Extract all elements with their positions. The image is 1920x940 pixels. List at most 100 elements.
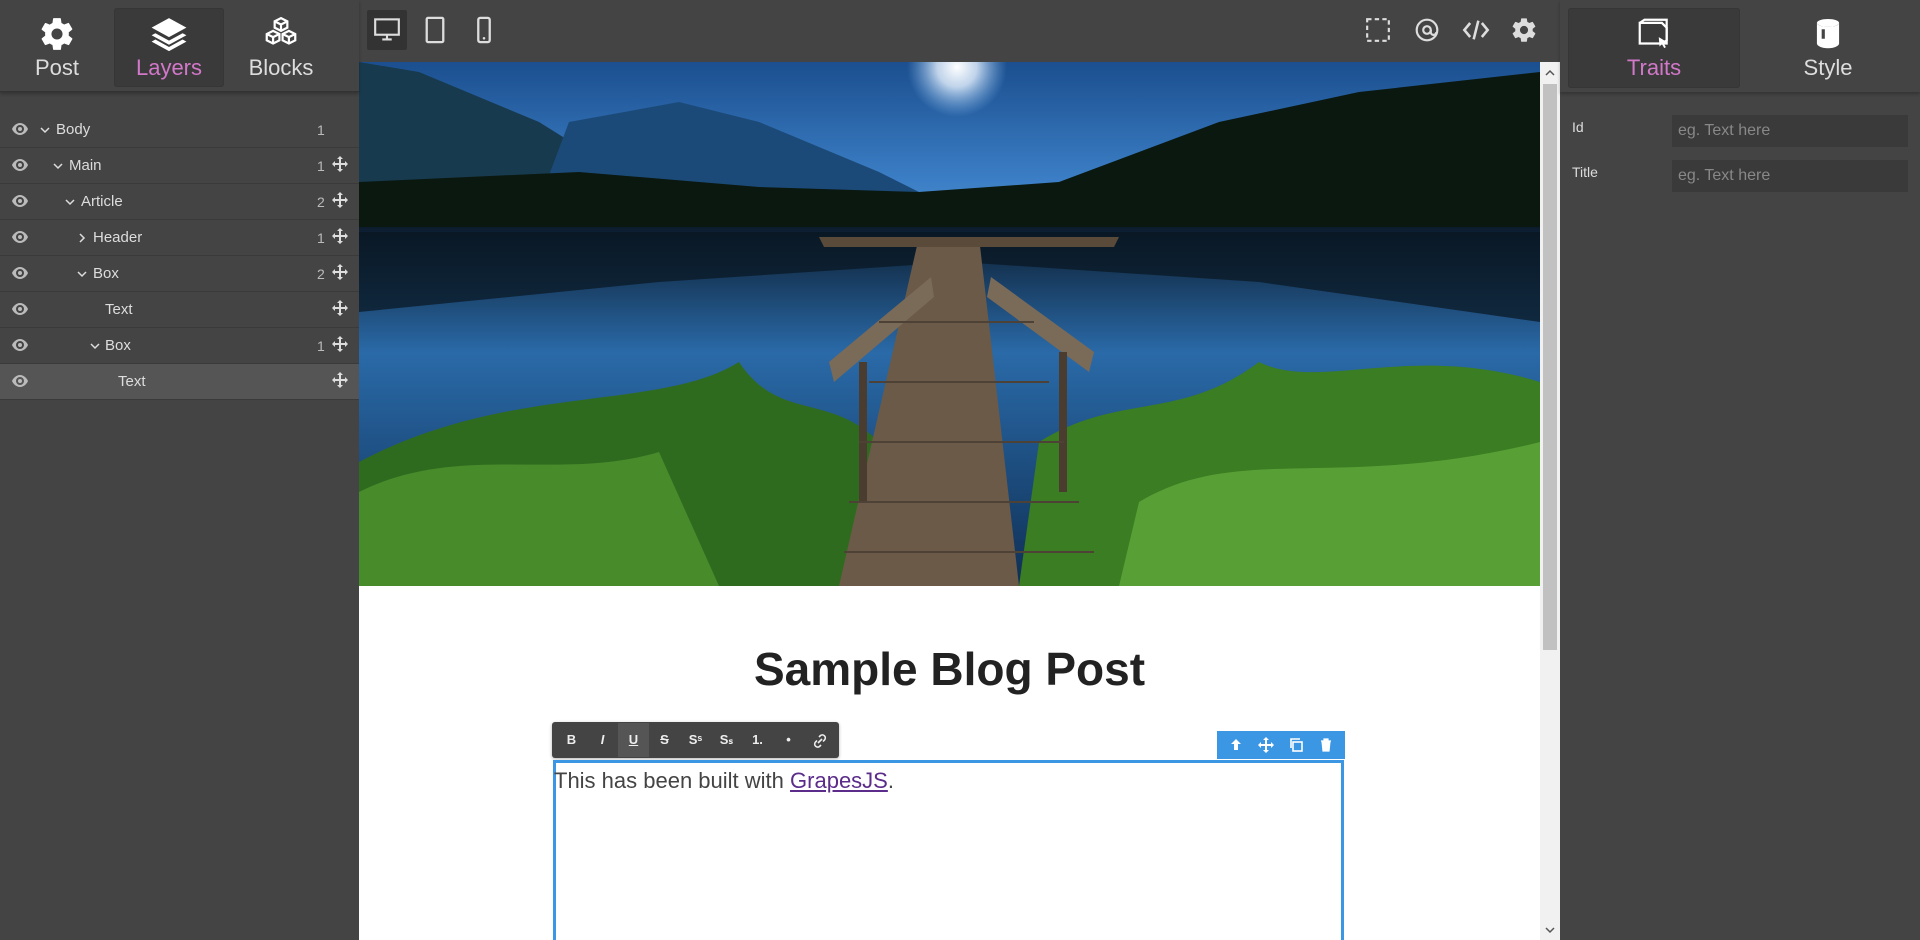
device-desktop-button[interactable] xyxy=(367,10,407,50)
chevron-right-icon[interactable] xyxy=(77,233,87,243)
layer-name: Box xyxy=(105,337,131,354)
layer-name: Article xyxy=(81,193,123,210)
layer-name: Text xyxy=(105,301,133,318)
layer-name: Header xyxy=(93,229,143,246)
tab-style[interactable]: Style xyxy=(1742,8,1914,88)
eye-icon[interactable] xyxy=(12,195,28,207)
editor-app: Post Layers Blocks Body 1 Main 1 Article… xyxy=(0,0,1920,940)
right-tab-bar: Traits Style xyxy=(1560,0,1920,92)
desktop-icon xyxy=(374,18,400,41)
cubes-icon xyxy=(265,16,297,45)
component-toolbar xyxy=(1217,731,1345,759)
layer-text-selected[interactable]: Text xyxy=(0,364,359,400)
chevron-down-icon[interactable] xyxy=(90,341,100,351)
unordered-list-button[interactable]: • xyxy=(773,723,804,757)
export-code-button[interactable] xyxy=(1458,12,1494,48)
move-icon[interactable] xyxy=(332,264,348,280)
link-icon xyxy=(813,733,826,748)
scroll-up-icon[interactable] xyxy=(1544,67,1556,79)
tab-post-label: Post xyxy=(34,54,80,80)
layer-main[interactable]: Main 1 xyxy=(0,148,359,184)
editor-canvas[interactable]: Sample Blog Post B I U S Sˢ Sₛ 1. • This… xyxy=(359,62,1540,940)
layer-header[interactable]: Header 1 xyxy=(0,220,359,256)
strikethrough-button[interactable]: S xyxy=(649,723,680,757)
eye-icon[interactable] xyxy=(12,303,28,315)
layer-count: 2 xyxy=(317,194,325,210)
eye-icon[interactable] xyxy=(12,231,28,243)
trait-title-label: Title xyxy=(1572,164,1598,180)
eye-icon[interactable] xyxy=(12,123,28,135)
mobile-icon xyxy=(477,16,491,44)
chevron-down-icon[interactable] xyxy=(53,161,63,171)
subscript-button[interactable]: Sₛ xyxy=(711,723,742,757)
right-panel: Traits Style Id Title xyxy=(1560,0,1920,940)
tablet-icon xyxy=(425,16,445,44)
post-title[interactable]: Sample Blog Post xyxy=(359,642,1540,696)
eye-icon[interactable] xyxy=(12,267,28,279)
layer-box[interactable]: Box 1 xyxy=(0,328,359,364)
move-icon[interactable] xyxy=(332,372,348,388)
layer-article[interactable]: Article 2 xyxy=(0,184,359,220)
tab-post[interactable]: Post xyxy=(2,8,112,87)
device-mobile-button[interactable] xyxy=(464,10,504,50)
move-icon[interactable] xyxy=(332,192,348,208)
trait-id-input[interactable] xyxy=(1672,115,1908,147)
move-icon[interactable] xyxy=(332,336,348,352)
left-panel: Post Layers Blocks Body 1 Main 1 Article… xyxy=(0,0,359,940)
tab-layers[interactable]: Layers xyxy=(114,8,224,87)
selected-text-block[interactable]: This has been built with GrapesJS. xyxy=(553,760,1344,940)
layer-count: 1 xyxy=(317,338,325,354)
scrollbar-thumb[interactable] xyxy=(1543,84,1557,650)
move-icon[interactable] xyxy=(332,300,348,316)
layer-name: Main xyxy=(69,157,102,174)
copy-icon[interactable] xyxy=(1288,737,1304,753)
layer-text[interactable]: Text xyxy=(0,292,359,328)
layer-name: Box xyxy=(93,265,119,282)
chevron-down-icon[interactable] xyxy=(65,197,75,207)
at-sign-icon xyxy=(1415,18,1439,42)
scroll-down-icon[interactable] xyxy=(1544,924,1556,936)
move-icon[interactable] xyxy=(332,156,348,172)
underline-button[interactable]: U xyxy=(618,723,649,757)
tab-blocks[interactable]: Blocks xyxy=(226,8,336,87)
layer-body[interactable]: Body 1 xyxy=(0,112,359,148)
hero-image[interactable] xyxy=(359,62,1540,586)
eye-icon[interactable] xyxy=(12,375,28,387)
text-after-link: . xyxy=(887,768,894,793)
move-icon[interactable] xyxy=(1258,737,1274,753)
trait-title-input[interactable] xyxy=(1672,160,1908,192)
paint-bucket-icon xyxy=(1816,18,1840,49)
canvas-toolbar xyxy=(359,0,1560,62)
italic-button[interactable]: I xyxy=(587,723,618,757)
settings-button[interactable] xyxy=(1506,12,1542,48)
eye-icon[interactable] xyxy=(12,339,28,351)
layer-count: 1 xyxy=(317,122,325,138)
rich-text-toolbar: B I U S Sˢ Sₛ 1. • xyxy=(552,722,839,758)
chevron-down-icon[interactable] xyxy=(77,269,87,279)
layer-count: 1 xyxy=(317,230,325,246)
move-icon[interactable] xyxy=(332,228,348,244)
trait-title: Title xyxy=(1572,160,1912,192)
tab-traits[interactable]: Traits xyxy=(1568,8,1740,88)
tab-layers-label: Layers xyxy=(135,54,203,80)
ordered-list-button[interactable]: 1. xyxy=(742,723,773,757)
layer-count: 2 xyxy=(317,266,325,282)
tab-traits-label: Traits xyxy=(1626,55,1682,80)
layers-icon xyxy=(151,17,187,51)
gear-icon xyxy=(41,17,73,50)
link-button[interactable] xyxy=(804,723,835,757)
text-content[interactable]: This has been built with GrapesJS. xyxy=(554,763,1341,794)
chevron-down-icon[interactable] xyxy=(40,125,50,135)
bold-button[interactable]: B xyxy=(556,723,587,757)
preview-button[interactable] xyxy=(1409,12,1445,48)
grapesjs-link[interactable]: GrapesJS xyxy=(790,768,888,793)
dashed-square-icon xyxy=(1366,18,1390,42)
eye-icon[interactable] xyxy=(12,159,28,171)
sw-visibility-button[interactable] xyxy=(1360,12,1396,48)
canvas-scrollbar[interactable] xyxy=(1540,62,1560,940)
trash-icon[interactable] xyxy=(1318,737,1334,753)
layer-box[interactable]: Box 2 xyxy=(0,256,359,292)
device-tablet-button[interactable] xyxy=(415,10,455,50)
superscript-button[interactable]: Sˢ xyxy=(680,723,711,757)
arrow-up-icon[interactable] xyxy=(1228,737,1244,753)
